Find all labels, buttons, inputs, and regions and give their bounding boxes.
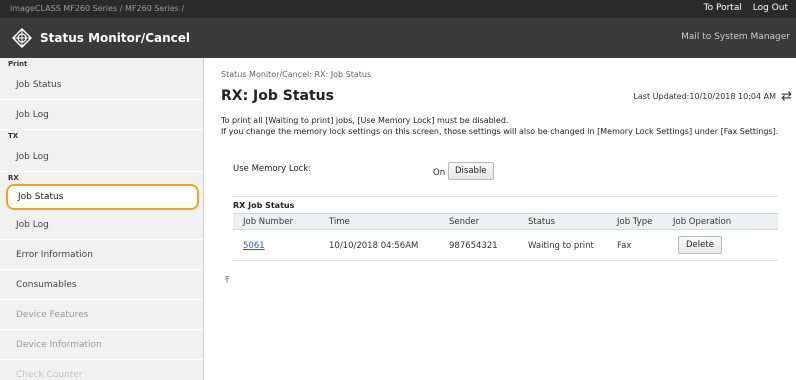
refresh-icon[interactable]: ⇄: [781, 89, 792, 104]
job-type: Fax: [617, 241, 632, 251]
sidebar: Print Job Status Job Log TX Job Log RX J…: [0, 58, 204, 380]
memory-lock-state: On: [433, 168, 446, 178]
job-sender: 987654321: [449, 241, 498, 251]
page-title: RX: Job Status: [221, 88, 334, 104]
back-to-top-icon[interactable]: ⤒: [225, 276, 229, 286]
note-memory-lock-disable: To print all [Waiting to print] jobs, [U…: [221, 116, 509, 125]
column-header-sender: Sender: [449, 217, 480, 227]
sidebar-heading-tx: TX: [8, 132, 19, 140]
sidebar-item-rx-job-status[interactable]: Job Status: [6, 184, 199, 210]
note-memory-lock-settings: If you change the memory lock settings o…: [221, 127, 779, 136]
memory-lock-label: Use Memory Lock:: [233, 164, 312, 174]
sidebar-item-tx-job-log[interactable]: Job Log: [0, 142, 203, 172]
top-links: To Portal Log Out: [696, 3, 788, 13]
main-content: Status Monitor/Cancel: RX: Job Status RX…: [205, 58, 796, 380]
column-header-status: Status: [528, 217, 556, 227]
sidebar-item-error-information[interactable]: Error Information: [0, 240, 203, 270]
top-bar: imageCLASS MF260 Series / MF260 Series /…: [0, 0, 796, 18]
sidebar-item-print-job-status[interactable]: Job Status: [0, 70, 203, 100]
table-row: 5061 10/10/2018 04:56AM 987654321 Waitin…: [233, 231, 778, 261]
mail-to-system-manager-link[interactable]: Mail to System Manager: [681, 32, 790, 42]
sidebar-item-check-counter[interactable]: Check Counter: [0, 360, 203, 380]
sidebar-item-device-features[interactable]: Device Features: [0, 300, 203, 330]
job-number-link[interactable]: 5061: [243, 241, 265, 251]
sidebar-item-print-job-log[interactable]: Job Log: [0, 100, 203, 130]
table-header: Job Number Time Sender Status Job Type J…: [233, 213, 778, 230]
log-out-link[interactable]: Log Out: [753, 3, 788, 13]
notes: To print all [Waiting to print] jobs, [U…: [221, 115, 791, 137]
sidebar-heading-rx: RX: [8, 174, 19, 182]
status-monitor-icon: [12, 28, 32, 48]
column-header-time: Time: [329, 217, 350, 227]
sidebar-item-rx-job-log[interactable]: Job Log: [0, 210, 203, 240]
disable-memory-lock-button[interactable]: Disable: [448, 162, 494, 180]
column-header-job-number: Job Number: [243, 217, 293, 227]
memory-lock-row: Use Memory Lock: On Disable: [233, 162, 533, 182]
app-title: Status Monitor/Cancel: [40, 31, 191, 45]
column-header-job-operation: Job Operation: [673, 217, 732, 227]
sidebar-item-consumables[interactable]: Consumables: [0, 270, 203, 300]
job-time: 10/10/2018 04:56AM: [329, 241, 419, 251]
product-breadcrumb: imageCLASS MF260 Series / MF260 Series /: [10, 4, 185, 13]
page-header: Status Monitor/Cancel Mail to System Man…: [0, 18, 796, 58]
to-portal-link[interactable]: To Portal: [704, 3, 742, 13]
job-status: Waiting to print: [528, 241, 594, 251]
sidebar-heading-print: Print: [8, 60, 28, 68]
table-title: RX Job Status: [233, 201, 295, 210]
sidebar-item-device-information[interactable]: Device Information: [0, 330, 203, 360]
breadcrumb: Status Monitor/Cancel: RX: Job Status: [221, 70, 372, 79]
rx-job-status-panel: RX Job Status Job Number Time Sender Sta…: [233, 196, 778, 261]
column-header-job-type: Job Type: [617, 217, 653, 227]
delete-job-button[interactable]: Delete: [678, 236, 722, 254]
last-updated-text: Last Updated:10/10/2018 10:04 AM: [633, 92, 776, 101]
